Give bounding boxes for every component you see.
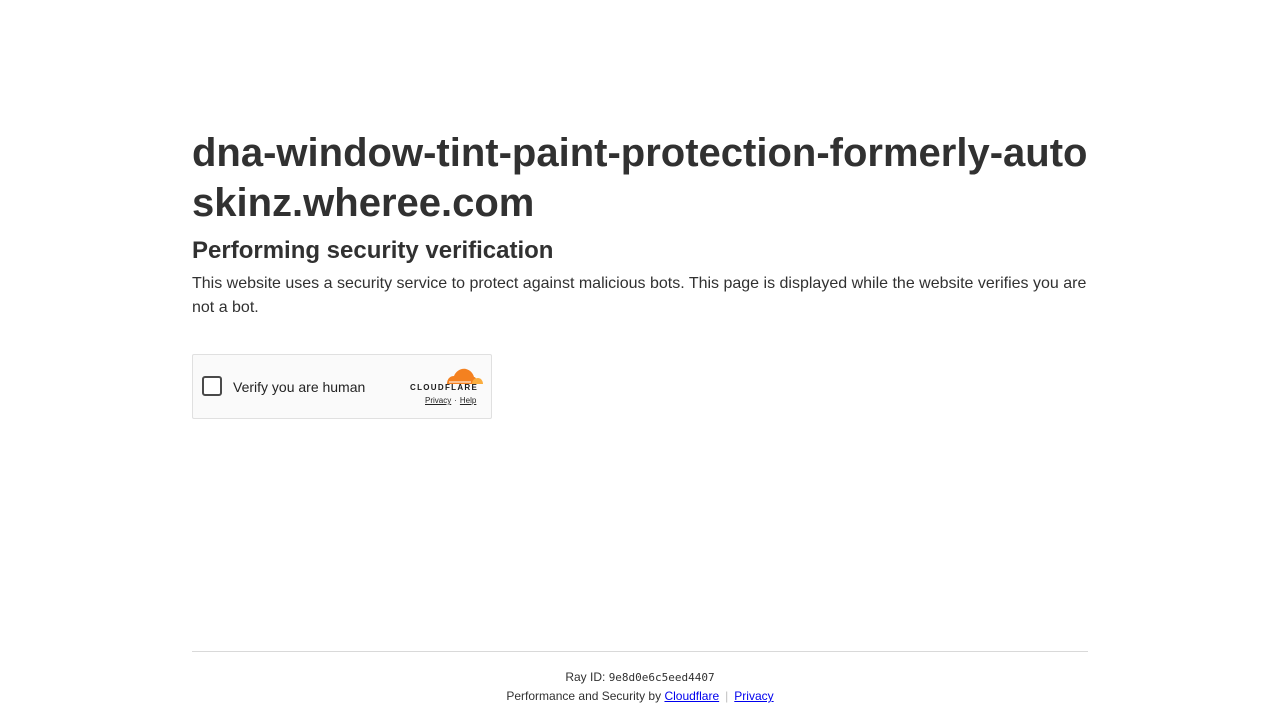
widget-links: Privacy · Help — [425, 396, 476, 406]
cloudflare-link[interactable]: Cloudflare — [664, 689, 719, 703]
widget-privacy-link[interactable]: Privacy — [425, 396, 451, 405]
verify-label[interactable]: Verify you are human — [233, 378, 365, 396]
footer-privacy-link[interactable]: Privacy — [734, 689, 773, 703]
widget-link-separator: · — [454, 396, 457, 405]
verification-heading: Performing security verification — [192, 237, 554, 264]
performance-row: Performance and Security by Cloudflare | P… — [192, 687, 1088, 705]
widget-help-link[interactable]: Help — [460, 396, 476, 405]
verify-checkbox[interactable] — [202, 376, 222, 396]
performance-text: Performance and Security by — [506, 689, 662, 703]
ray-id-row: Ray ID: 9e8d0e6c5eed4407 — [192, 668, 1088, 687]
main-content: dna-window-tint-paint-protection-formerl… — [192, 128, 1088, 320]
ray-id-value: 9e8d0e6c5eed4407 — [608, 671, 715, 684]
footer-separator: | — [725, 689, 729, 703]
footer: Ray ID: 9e8d0e6c5eed4407 Performance and… — [192, 668, 1088, 705]
cloudflare-wordmark: CLOUDFLARE — [410, 383, 479, 392]
page-title: dna-window-tint-paint-protection-formerl… — [192, 131, 1088, 225]
page: dna-window-tint-paint-protection-formerl… — [0, 0, 1280, 720]
verification-description: This website uses a security service to … — [192, 275, 1087, 316]
ray-id-label: Ray ID: — [565, 670, 606, 684]
turnstile-widget: Verify you are human CLOUDFLARE Privacy ·… — [192, 354, 492, 419]
footer-divider — [192, 651, 1088, 652]
